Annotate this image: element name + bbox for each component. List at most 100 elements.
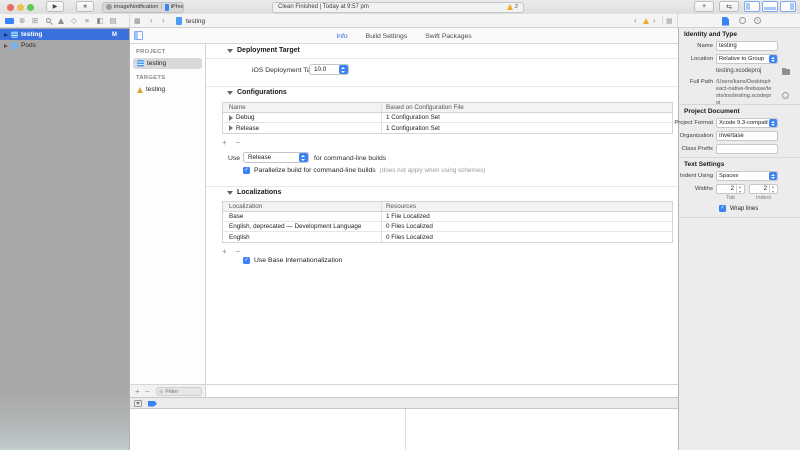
localizations-section-header[interactable]: Localizations <box>227 189 281 196</box>
deployment-target-section-header[interactable]: Deployment Target <box>227 47 300 54</box>
history-inspector-tab-icon[interactable] <box>739 17 746 24</box>
test-navigator-tab[interactable]: ◇ <box>68 14 80 27</box>
organization-input[interactable] <box>719 133 775 139</box>
find-navigator-tab[interactable] <box>42 14 54 27</box>
disclosure-triangle-icon[interactable] <box>4 44 8 48</box>
location-popup[interactable]: Relative to Group <box>716 54 778 64</box>
forward-button[interactable]: › <box>162 16 165 25</box>
debug-icon: ≡ <box>85 16 89 25</box>
target-item-label: testing <box>146 86 165 93</box>
target-item-testing[interactable]: testing <box>133 84 202 95</box>
editor-options-icon[interactable]: ▦ <box>666 17 673 25</box>
disclosure-triangle-icon[interactable] <box>229 115 233 121</box>
warning-badge[interactable]: 2 <box>507 4 518 10</box>
tab-width-stepper[interactable]: 2 <box>716 184 745 194</box>
disclosure-triangle-icon[interactable] <box>229 125 233 131</box>
table-row[interactable]: Base 1 File Localized <box>223 212 672 222</box>
name-input[interactable] <box>719 43 775 49</box>
toggle-debug-area-button[interactable] <box>762 1 778 12</box>
folder-icon[interactable] <box>782 69 790 75</box>
minimize-window-button[interactable] <box>17 4 24 11</box>
add-item-button[interactable]: + <box>135 387 140 396</box>
column-header-file[interactable]: Based on Configuration File <box>381 103 672 112</box>
collapse-icon[interactable] <box>227 91 233 95</box>
tab-overview-icon[interactable]: ▦ <box>134 17 141 25</box>
run-button[interactable]: ▶ <box>46 1 64 12</box>
report-navigator-tab[interactable]: ▤ <box>107 14 119 27</box>
column-header-name[interactable]: Name <box>223 104 381 111</box>
table-row[interactable]: English, deprecated — Development Langua… <box>223 222 672 232</box>
command-line-configuration-popup[interactable]: Release <box>243 152 309 163</box>
console-split-divider[interactable] <box>405 409 406 450</box>
next-issue-button[interactable]: › <box>653 16 656 25</box>
project-navigator-tab[interactable] <box>3 14 15 27</box>
add-localization-button[interactable]: + <box>222 247 227 256</box>
issue-icon <box>58 18 64 24</box>
class-prefix-field[interactable] <box>716 144 778 154</box>
project-format-popup[interactable]: Xcode 9.3-compatible <box>716 118 778 128</box>
identity-section-title: Identity and Type <box>684 31 737 38</box>
divider <box>206 186 678 187</box>
filter-input[interactable] <box>165 389 199 395</box>
jumpbar-file-name[interactable]: testing <box>186 18 205 25</box>
table-row[interactable]: Debug 1 Configuration Set <box>223 113 672 123</box>
stop-button[interactable]: ■ <box>76 1 94 12</box>
hide-debug-area-button[interactable] <box>134 400 142 407</box>
popup-value: Xcode 9.3-compatible <box>717 120 768 126</box>
remove-item-button[interactable]: − <box>145 387 150 396</box>
ios-deployment-target-popup[interactable]: 10.0 <box>309 64 349 75</box>
source-control-navigator-tab[interactable]: ⊗ <box>16 14 28 27</box>
symbol-navigator-tab[interactable]: ⊞ <box>29 14 41 27</box>
file-inspector-panel: Identity and Type Name Location Relative… <box>678 28 800 450</box>
issue-navigator-tab[interactable] <box>55 14 67 27</box>
file-inspector-tab-icon[interactable] <box>722 17 729 26</box>
quick-help-inspector-tab-icon[interactable]: ? <box>754 17 761 24</box>
configurations-section-header[interactable]: Configurations <box>227 89 287 96</box>
library-button[interactable]: + <box>694 1 714 12</box>
name-field[interactable] <box>716 41 778 51</box>
localizations-add-remove: + − <box>222 247 240 256</box>
popup-chevrons-icon <box>769 172 777 180</box>
code-review-button[interactable]: ⇆ <box>719 1 739 12</box>
wrap-lines-checkbox[interactable]: ✓ <box>719 205 726 212</box>
breakpoints-toggle-icon[interactable] <box>148 401 157 407</box>
filter-field[interactable]: ◎ <box>156 387 202 396</box>
disclosure-triangle-icon[interactable] <box>4 33 8 37</box>
indent-width-stepper[interactable]: 2 <box>749 184 778 194</box>
breakpoint-navigator-tab[interactable]: ◧ <box>94 14 106 27</box>
tab-build-settings[interactable]: Build Settings <box>366 33 408 40</box>
scheme-selector[interactable]: imageNotification ⟩ iPhone 11 <box>102 2 184 13</box>
toggle-navigator-button[interactable] <box>744 1 760 12</box>
remove-configuration-button[interactable]: − <box>236 138 241 147</box>
column-header-resources[interactable]: Resources <box>381 202 672 211</box>
back-button[interactable]: ‹ <box>150 16 153 25</box>
parallelize-checkbox[interactable]: ✓ <box>243 167 250 174</box>
collapse-icon[interactable] <box>227 191 233 195</box>
toggle-inspector-button[interactable] <box>780 1 796 12</box>
reveal-in-finder-icon[interactable]: → <box>782 92 789 99</box>
navigator-item-pods[interactable]: Pods <box>0 40 129 51</box>
issue-warning-icon[interactable] <box>643 18 649 24</box>
navigator-panel-icon <box>746 3 750 10</box>
widths-label: Widths <box>679 186 713 192</box>
zoom-window-button[interactable] <box>27 4 34 11</box>
organization-field[interactable] <box>716 131 778 141</box>
add-configuration-button[interactable]: + <box>222 138 227 147</box>
content-bottom-strip <box>206 384 678 397</box>
indent-using-popup[interactable]: Spaces <box>716 171 778 181</box>
remove-localization-button[interactable]: − <box>236 247 241 256</box>
navigator-item-testing[interactable]: testing M <box>0 29 129 40</box>
table-row[interactable]: English 0 Files Localized <box>223 232 672 242</box>
project-item-testing[interactable]: testing <box>133 58 202 69</box>
tab-swift-packages[interactable]: Swift Packages <box>425 33 471 40</box>
table-row[interactable]: Release 1 Configuration Set <box>223 123 672 133</box>
collapse-icon[interactable] <box>227 49 233 53</box>
class-prefix-input[interactable] <box>719 146 775 152</box>
debug-navigator-tab[interactable]: ≡ <box>81 14 93 27</box>
column-header-localization[interactable]: Localization <box>223 203 381 210</box>
close-window-button[interactable] <box>7 4 14 11</box>
wrap-lines-label: Wrap lines <box>730 206 758 212</box>
base-internationalization-checkbox[interactable]: ✓ <box>243 257 250 264</box>
previous-issue-button[interactable]: ‹ <box>634 16 637 25</box>
tab-info[interactable]: Info <box>336 33 347 40</box>
